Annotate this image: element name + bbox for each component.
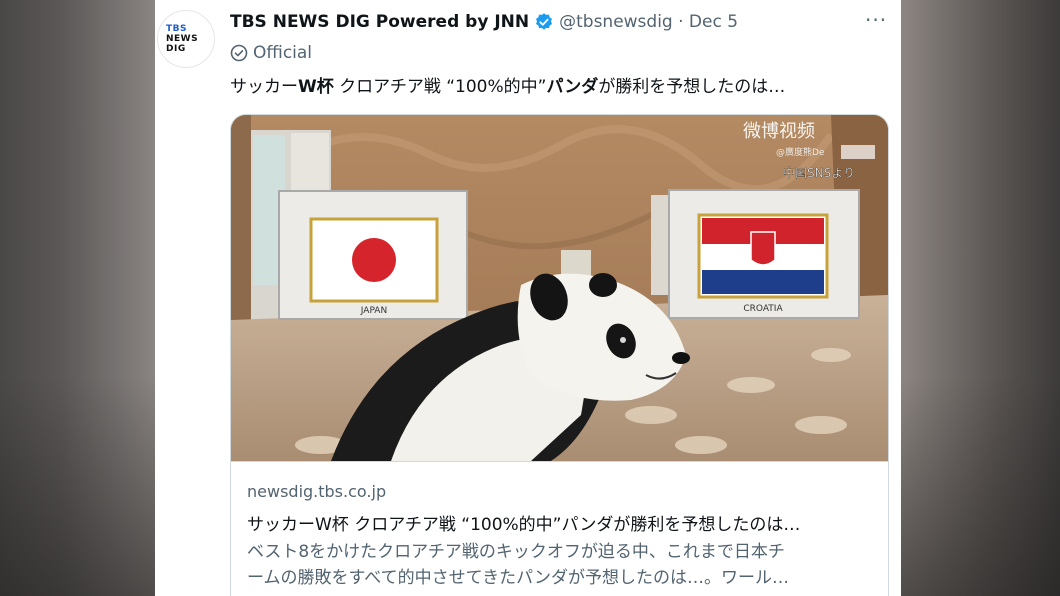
tweet-text-part: クロアチア戦 “100%的中” [333,77,547,97]
card-body[interactable]: newsdig.tbs.co.jp サッカーW杯 クロアチア戦 “100%的中”… [231,461,888,596]
flag-left-label: JAPAN [360,306,387,316]
official-text: Official [253,43,313,63]
tweet-text-bold: パンダ [546,77,599,97]
blurred-background-left [0,0,155,596]
blurred-background-right [901,0,1060,596]
tweet-header: TBS NEWS DIG Powered by JNN @tbsnewsdig … [230,10,738,34]
watermark-brand: 微博视频 [743,121,815,142]
official-label: Official [230,42,312,64]
official-check-icon [230,44,248,62]
tweet-text-part: サッカー [230,77,298,97]
avatar[interactable]: TBS NEWS DIG [157,10,215,68]
watermark-source: 中国SNSより [783,165,855,180]
tweet[interactable]: TBS NEWS DIG TBS NEWS DIG Powered by JNN… [155,0,901,596]
watermark-sub: @廣度熊De [776,146,825,158]
card-title: サッカーW杯 クロアチア戦 “100%的中”パンダが勝利を予想したのは… [247,515,801,535]
card-domain: newsdig.tbs.co.jp [247,482,387,501]
avatar-line-2: NEWS [166,34,199,44]
display-name[interactable]: TBS NEWS DIG Powered by JNN [230,12,529,32]
avatar-line-3: DIG [166,44,186,54]
flag-right-label: CROATIA [743,304,783,314]
tweet-text-part: が勝利を予想したのは… [598,77,786,97]
avatar-line-1: TBS [166,24,187,34]
card-description: ベスト8をかけたクロアチア戦のキックオフが迫る中、これまで日本チ ームの勝敗をす… [247,539,869,591]
more-options-icon[interactable]: ··· [865,8,887,32]
card-description-line-2: ームの勝敗をすべて的中させてきたパンダが予想したのは…。ワール… [247,568,789,588]
panda-photo[interactable]: JAPAN CROATIA 微博视频 @廣度熊De 中国SNSより [231,115,888,461]
tweet-text-bold: W杯 [298,77,334,97]
handle-and-date[interactable]: @tbsnewsdig · Dec 5 [559,12,738,32]
card-description-line-1: ベスト8をかけたクロアチア戦のキックオフが迫る中、これまで日本チ [247,542,785,562]
verified-badge-icon[interactable] [534,12,554,32]
link-card[interactable]: JAPAN CROATIA 微博视频 @廣度熊De 中国SNSより newsdi… [230,114,889,596]
tweet-text: サッカーW杯 クロアチア戦 “100%的中”パンダが勝利を予想したのは… [230,72,785,97]
